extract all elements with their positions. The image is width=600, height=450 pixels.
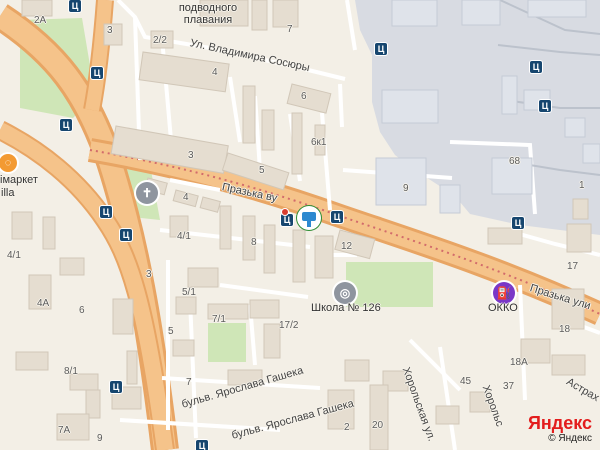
selected-place-marker-icon[interactable] xyxy=(297,206,321,230)
house-number: 7/1 xyxy=(212,314,226,325)
house-number: 6 xyxy=(79,305,85,316)
house-number: 6к1 xyxy=(311,137,327,148)
house-number: 4А xyxy=(37,298,50,309)
school-icon[interactable]: ◎ xyxy=(334,282,356,304)
market-label-secondary: illa xyxy=(1,187,15,199)
bus-stop-icon[interactable]: Ц xyxy=(100,206,112,218)
house-number: 5/1 xyxy=(182,287,196,298)
house-number: 9 xyxy=(97,433,103,444)
bus-stop-icon[interactable]: Ц xyxy=(331,211,343,223)
house-number: 7 xyxy=(287,24,293,35)
church-icon[interactable]: ✝ xyxy=(136,182,158,204)
bus-stop-icon[interactable]: Ц xyxy=(539,100,551,112)
house-number: 20 xyxy=(372,420,384,431)
house-number: 68 xyxy=(509,156,521,167)
house-number: 1 xyxy=(579,180,585,191)
house-number: 5 xyxy=(168,326,174,337)
house-number: 12 xyxy=(341,241,353,252)
house-number: 6 xyxy=(301,91,307,102)
house-number: 18А xyxy=(510,357,528,368)
school-green xyxy=(346,262,433,307)
bus-stop-icon[interactable]: Ц xyxy=(281,214,293,226)
yandex-logo: Яндекс xyxy=(527,413,592,433)
house-number: 3 xyxy=(188,150,194,161)
house-number: 8/1 xyxy=(64,366,78,377)
house-number: 4 xyxy=(212,67,218,78)
bus-stop-icon[interactable]: Ц xyxy=(60,119,72,131)
top-place-label: подводного плавания xyxy=(178,2,238,26)
bus-stop-icon[interactable]: Ц xyxy=(530,61,542,73)
house-number: 37 xyxy=(503,381,515,392)
house-number: 2 xyxy=(344,422,350,433)
bus-stop-icon[interactable]: Ц xyxy=(375,43,387,55)
house-number: 4/1 xyxy=(177,231,191,242)
house-number: 2А xyxy=(34,15,47,26)
house-number: 9 xyxy=(403,183,409,194)
fuel-icon[interactable]: ⛽ xyxy=(493,282,515,304)
house-number: 8 xyxy=(251,237,257,248)
bus-stop-icon[interactable]: Ц xyxy=(512,217,524,229)
house-number: 4/1 xyxy=(7,250,21,261)
house-number: 7А xyxy=(58,425,71,436)
market-label: імаркет xyxy=(0,174,38,186)
small-green xyxy=(208,323,246,362)
house-number: 45 xyxy=(460,376,472,387)
house-number: 17/2 xyxy=(279,320,299,331)
house-number: 3 xyxy=(107,25,113,36)
bus-stop-icon[interactable]: Ц xyxy=(69,0,81,12)
bus-stop-icon[interactable]: Ц xyxy=(110,381,122,393)
bus-stop-icon[interactable]: Ц xyxy=(196,440,208,450)
house-number: 7 xyxy=(186,377,192,388)
house-number: 2/2 xyxy=(153,35,167,46)
copyright-label: © Яндекс xyxy=(548,433,592,444)
fuel-station-label: ОККО xyxy=(488,302,518,314)
house-number: 3 xyxy=(146,269,152,280)
house-number: 17 xyxy=(567,261,579,272)
house-number: 4 xyxy=(183,192,189,203)
map-canvas[interactable]: Ц Ц Ц Ц Ц Ц Ц Ц Ц Ц Ц Ц Ц ✝ ◎ ⛽ ◌ Ул. Вл… xyxy=(0,0,600,450)
bus-stop-icon[interactable]: Ц xyxy=(120,229,132,241)
school-label: Школа № 126 xyxy=(311,302,381,314)
house-number: 18 xyxy=(559,324,571,335)
bus-stop-icon[interactable]: Ц xyxy=(91,67,103,79)
red-dot-icon xyxy=(282,209,288,215)
house-number: 5 xyxy=(259,165,265,176)
